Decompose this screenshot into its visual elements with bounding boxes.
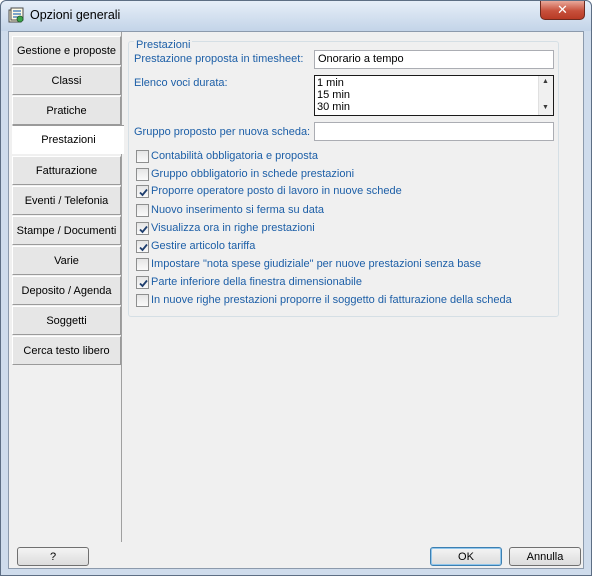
scroll-up-icon[interactable]: ▲ — [542, 78, 549, 85]
check-icon — [139, 188, 148, 196]
durations-label: Elenco voci durata: — [134, 77, 228, 89]
sidebar-item-label: Stampe / Documenti — [16, 224, 117, 237]
check-icon — [139, 243, 148, 251]
sidebar-item-cerca-testo-libero[interactable]: Cerca testo libero — [12, 336, 121, 365]
checkbox-contabilita[interactable]: Contabilità obbligatoria e proposta — [136, 148, 318, 164]
checkbox-box[interactable] — [136, 293, 149, 307]
cancel-button[interactable]: Annulla — [509, 547, 581, 566]
checkbox-label: Contabilità obbligatoria e proposta — [151, 150, 318, 162]
sidebar-item-label: Prestazioni — [41, 133, 96, 146]
checkbox-visualizza-ora[interactable]: Visualizza ora in righe prestazioni — [136, 220, 315, 236]
list-item[interactable]: 30 min — [317, 101, 350, 113]
sidebar-item-label: Soggetti — [46, 314, 87, 327]
sidebar-item-gestione-proposte[interactable]: Gestione e proposte — [12, 36, 121, 65]
options-window: Opzioni generali ✕ Gestione e proposte C… — [0, 0, 592, 576]
check-icon — [139, 279, 148, 287]
app-settings-icon — [8, 7, 24, 23]
checkbox-nuovo-inserimento[interactable]: Nuovo inserimento si ferma su data — [136, 202, 324, 218]
checkbox-box[interactable] — [136, 239, 149, 253]
title-bar[interactable]: Opzioni generali ✕ — [1, 1, 591, 31]
sidebar-item-label: Pratiche — [46, 104, 87, 117]
checkbox-label: In nuove righe prestazioni proporre il s… — [151, 294, 512, 306]
dialog-client: Gestione e proposte Classi Pratiche Pres… — [8, 31, 584, 569]
default-group-label: Gruppo proposto per nuova scheda: — [134, 126, 311, 138]
checkbox-gruppo-obbligatorio[interactable]: Gruppo obbligatorio in schede prestazion… — [136, 166, 354, 182]
list-item[interactable]: 15 min — [317, 89, 350, 101]
close-icon: ✕ — [557, 2, 568, 17]
sidebar-item-prestazioni[interactable]: Prestazioni — [12, 125, 124, 154]
scroll-down-icon[interactable]: ▼ — [542, 104, 549, 111]
proposed-service-label: Prestazione proposta in timesheet: — [134, 53, 304, 65]
sidebar-item-label: Deposito / Agenda — [21, 284, 112, 297]
default-group-field[interactable] — [314, 122, 554, 141]
sidebar-item-stampe-documenti[interactable]: Stampe / Documenti — [12, 216, 121, 245]
sidebar-item-label: Classi — [51, 74, 82, 87]
sidebar-item-soggetti[interactable]: Soggetti — [12, 306, 121, 335]
checkbox-label: Impostare "nota spese giudiziale" per nu… — [151, 258, 482, 270]
sidebar-item-label: Cerca testo libero — [23, 344, 110, 357]
checkbox-parte-inferiore[interactable]: Parte inferiore della finestra dimension… — [136, 274, 362, 290]
checkbox-nota-spese[interactable]: Impostare "nota spese giudiziale" per nu… — [136, 256, 481, 272]
sidebar-item-deposito-agenda[interactable]: Deposito / Agenda — [12, 276, 121, 305]
checkbox-proporre-operatore[interactable]: Proporre operatore posto di lavoro in nu… — [136, 183, 402, 199]
sidebar-item-fatturazione[interactable]: Fatturazione — [12, 156, 121, 185]
checkbox-label: Nuovo inserimento si ferma su data — [151, 204, 325, 216]
checkbox-box[interactable] — [136, 149, 149, 163]
check-icon — [139, 225, 148, 233]
checkbox-box[interactable] — [136, 203, 149, 217]
checkbox-box[interactable] — [136, 257, 149, 271]
checkbox-label: Visualizza ora in righe prestazioni — [151, 222, 315, 234]
durations-listbox[interactable]: 1 min 15 min 30 min ▲ ▼ — [314, 75, 554, 116]
help-button[interactable]: ? — [17, 547, 89, 566]
sidebar: Gestione e proposte Classi Pratiche Pres… — [9, 32, 124, 542]
checkbox-gestire-articolo[interactable]: Gestire articolo tariffa — [136, 238, 255, 254]
sidebar-item-pratiche[interactable]: Pratiche — [12, 96, 121, 125]
sidebar-item-label: Gestione e proposte — [16, 44, 117, 57]
sidebar-item-eventi-telefonia[interactable]: Eventi / Telefonia — [12, 186, 121, 215]
proposed-service-field[interactable]: Onorario a tempo — [314, 50, 554, 69]
list-item[interactable]: 1 min — [317, 77, 344, 89]
checkbox-soggetto-fatturazione[interactable]: In nuove righe prestazioni proporre il s… — [136, 292, 512, 308]
durations-scrollbar[interactable]: ▲ ▼ — [538, 76, 553, 115]
sidebar-item-classi[interactable]: Classi — [12, 66, 121, 95]
checkbox-box[interactable] — [136, 167, 149, 181]
sidebar-item-label: Eventi / Telefonia — [24, 194, 109, 207]
checkbox-box[interactable] — [136, 221, 149, 235]
checkbox-label: Proporre operatore posto di lavoro in nu… — [151, 185, 402, 197]
sidebar-item-label: Fatturazione — [35, 164, 98, 177]
checkbox-label: Gestire articolo tariffa — [151, 240, 256, 252]
close-button[interactable]: ✕ — [540, 1, 585, 20]
checkbox-label: Gruppo obbligatorio in schede prestazion… — [151, 168, 355, 180]
window-title: Opzioni generali — [30, 8, 121, 22]
sidebar-item-varie[interactable]: Varie — [12, 246, 121, 275]
checkbox-box[interactable] — [136, 275, 149, 289]
sidebar-item-label: Varie — [54, 254, 79, 267]
checkbox-box[interactable] — [136, 184, 149, 198]
ok-button[interactable]: OK — [430, 547, 502, 566]
group-title: Prestazioni — [134, 39, 193, 51]
checkbox-label: Parte inferiore della finestra dimension… — [151, 276, 362, 288]
